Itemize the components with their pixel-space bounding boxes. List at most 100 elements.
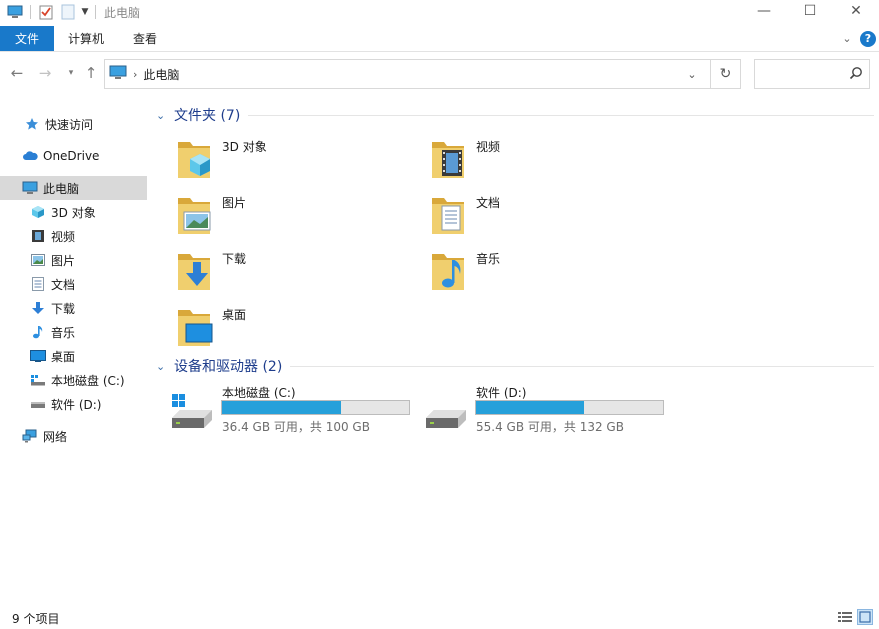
sidebar-item-desktop[interactable]: 桌面 [0,344,147,368]
tab-view[interactable]: 查看 [122,26,168,51]
star-icon [24,116,40,132]
search-icon[interactable] [849,66,863,83]
cloud-icon [22,148,38,164]
view-switcher [837,609,873,625]
desktop-icon [178,310,213,346]
sidebar-item-label: 下载 [51,301,76,316]
address-dropdown-chevron-icon[interactable]: ⌄ [680,60,704,88]
group-divider [290,365,874,367]
sidebar-item-label: 快速访问 [45,117,94,132]
drive-tile-c[interactable]: 本地磁盘 (C:) 36.4 GB 可用，共 100 GB [154,384,410,434]
folder-label: 图片 [222,196,247,210]
close-button[interactable]: ✕ [833,0,879,22]
folder-tile-music[interactable]: 音乐 [408,246,648,296]
search-input[interactable] [759,60,849,86]
computer-icon [109,65,127,83]
folders-group-header[interactable]: ⌄ 文件夹 (7) [154,101,874,129]
window-controls: — ☐ ✕ [741,0,879,22]
details-view-icon[interactable] [837,609,853,625]
sidebar-item-pictures[interactable]: 图片 [0,248,147,272]
forward-arrow-icon[interactable]: → [36,61,54,85]
content-pane: ⌄ 文件夹 (7) 3D 对象 视频 图片 文档 下载 音乐 桌面 ⌄ 设备和驱… [154,100,876,600]
collapse-chevron-icon[interactable]: ⌄ [156,109,170,122]
windows-drive-icon [172,394,212,428]
drive-usage-fill [222,401,341,414]
document-icon [30,276,46,292]
recent-locations-chevron-icon[interactable]: ▾ [62,61,80,85]
toolbar-divider [95,5,96,19]
back-arrow-icon[interactable]: ← [8,61,26,85]
sidebar-item-label: OneDrive [43,149,100,163]
maximize-button[interactable]: ☐ [787,0,833,22]
help-button[interactable]: ? [860,30,876,47]
drive-usage-fill [476,401,585,414]
properties-icon[interactable] [35,1,57,23]
folder-tile-desktop[interactable]: 桌面 [154,302,394,352]
status-bar: 9 个项目 [0,607,879,629]
minimize-button[interactable]: — [741,0,787,22]
sidebar-item-label: 桌面 [51,349,76,364]
navigation-pane: 快速访问 OneDrive 此电脑 3D 对象 视频 图片 文档 下载 音乐 桌… [0,100,148,600]
sidebar-item-drive-d[interactable]: 软件 (D:) [0,392,147,416]
folder-tile-videos[interactable]: 视频 [408,134,648,184]
new-folder-icon[interactable] [57,1,79,23]
download-icon [30,300,46,316]
large-icons-view-icon[interactable] [857,609,873,625]
sidebar-item-quick-access[interactable]: 快速访问 [0,112,147,136]
folder-label: 音乐 [476,252,501,266]
folder-tile-3d-objects[interactable]: 3D 对象 [154,134,394,184]
address-bar[interactable]: › 此电脑 ⌄ ↻ [104,59,741,89]
sidebar-item-videos[interactable]: 视频 [0,224,147,248]
expand-ribbon-chevron-icon[interactable]: ⌄ [840,32,854,45]
refresh-button[interactable]: ↻ [710,60,740,88]
tab-computer[interactable]: 计算机 [60,26,112,51]
music-icon [30,324,46,340]
folder-tile-documents[interactable]: 文档 [408,190,648,240]
picture-icon [30,252,46,268]
folder-tile-downloads[interactable]: 下载 [154,246,394,296]
drive-icon [30,396,46,412]
sidebar-item-documents[interactable]: 文档 [0,272,147,296]
film-icon [432,142,464,178]
group-divider [248,114,874,116]
breadcrumb-this-pc[interactable]: 此电脑 [143,66,179,83]
computer-icon[interactable] [4,1,26,23]
devices-group-header[interactable]: ⌄ 设备和驱动器 (2) [154,352,874,380]
download-icon [178,254,210,290]
drive-usage-bar [221,400,410,415]
window-title: 此电脑 [104,5,141,20]
computer-icon [22,180,38,196]
cube-icon [178,142,210,178]
folder-tile-pictures[interactable]: 图片 [154,190,394,240]
up-arrow-icon[interactable]: ↑ [82,61,100,85]
desktop-icon [30,348,46,364]
collapse-chevron-icon[interactable]: ⌄ [156,360,170,373]
item-count: 9 个项目 [12,611,60,626]
customize-toolbar-chevron-icon[interactable]: ▼ [79,1,91,23]
quick-access-toolbar: ▼ [0,0,100,24]
folder-label: 文档 [476,196,501,210]
ribbon-right-controls: ⌄ ? [840,26,879,51]
group-title: 设备和驱动器 (2) [174,359,283,375]
sidebar-item-network[interactable]: 网络 [0,424,147,448]
sidebar-item-music[interactable]: 音乐 [0,320,147,344]
folder-label: 下载 [222,252,247,266]
tab-file[interactable]: 文件 [0,26,54,51]
sidebar-item-downloads[interactable]: 下载 [0,296,147,320]
sidebar-item-3d-objects[interactable]: 3D 对象 [0,200,147,224]
search-box[interactable] [754,59,870,89]
sidebar-item-label: 网络 [43,429,68,444]
cube-icon [30,204,46,220]
drive-usage-bar [475,400,664,415]
sidebar-item-label: 此电脑 [43,181,80,196]
sidebar-item-this-pc[interactable]: 此电脑 [0,176,147,200]
folder-label: 桌面 [222,308,247,322]
drive-name: 本地磁盘 (C:) [222,386,296,400]
drive-name: 软件 (D:) [476,386,527,400]
sidebar-item-label: 3D 对象 [51,205,96,220]
breadcrumb-chevron-icon[interactable]: › [133,68,137,81]
drive-tile-d[interactable]: 软件 (D:) 55.4 GB 可用，共 132 GB [408,384,664,434]
sidebar-item-label: 视频 [51,229,76,244]
sidebar-item-onedrive[interactable]: OneDrive [0,144,147,168]
sidebar-item-drive-c[interactable]: 本地磁盘 (C:) [0,368,147,392]
